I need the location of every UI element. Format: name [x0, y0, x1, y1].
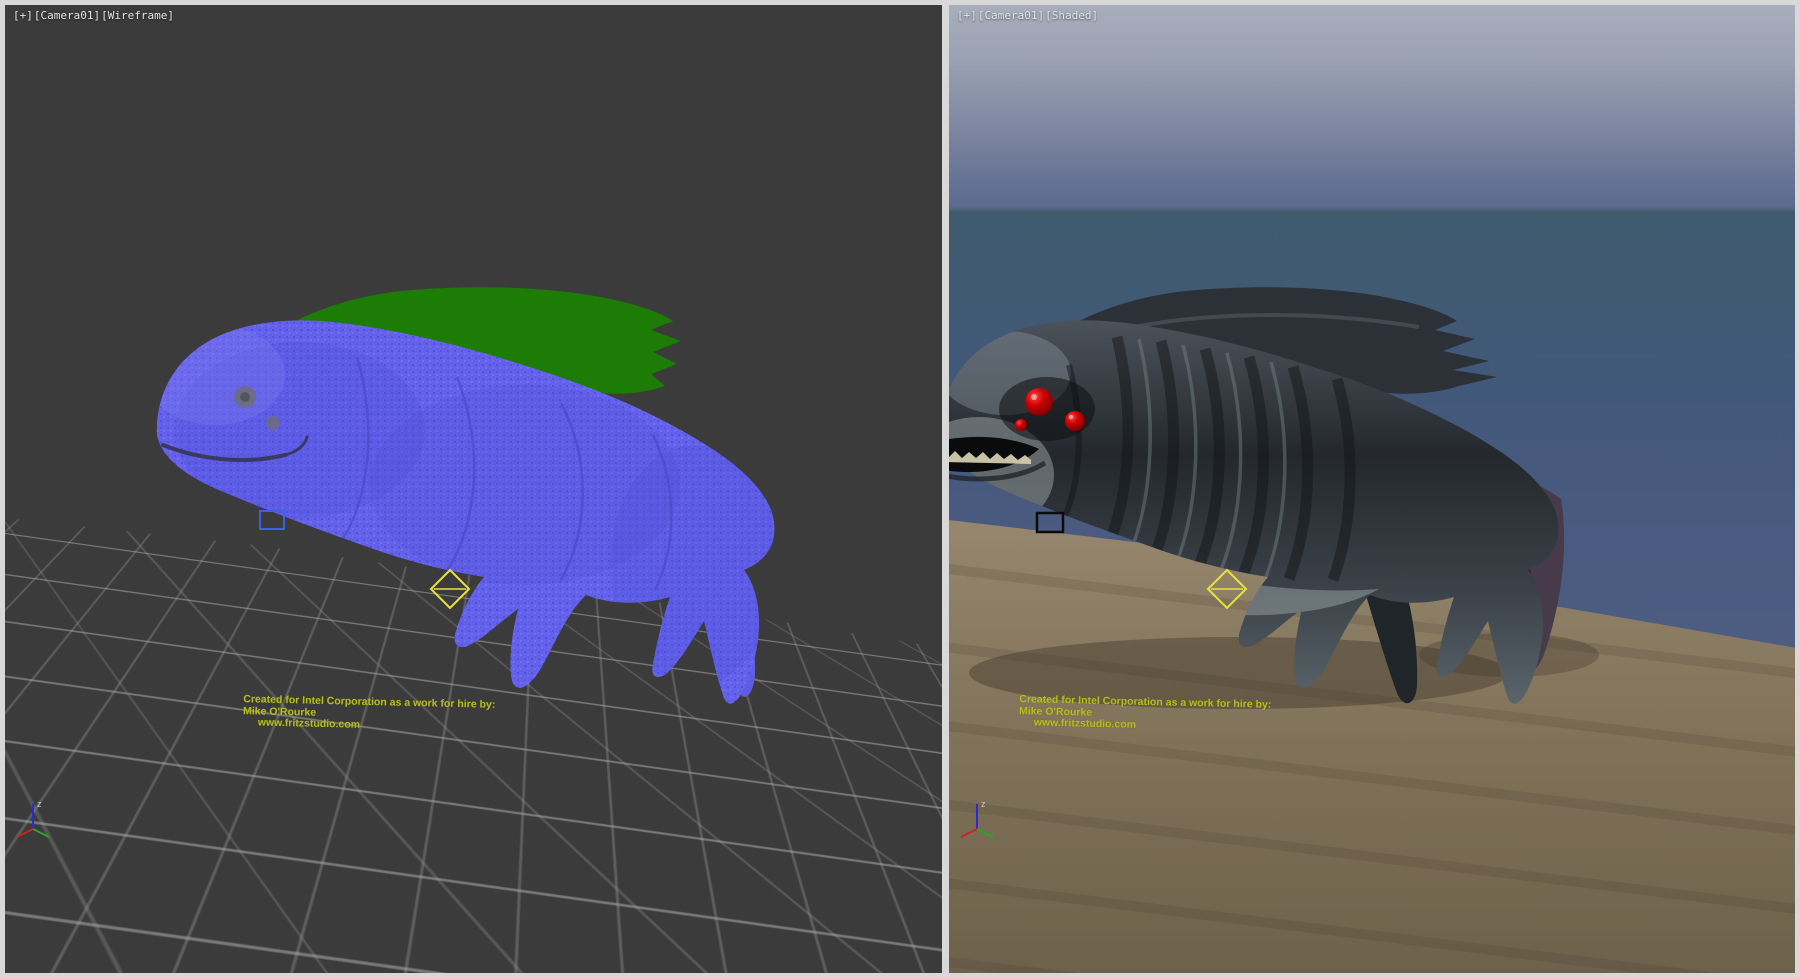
viewport-label-right: [+] [Camera01] [Shaded] [957, 9, 1098, 22]
box-helper-gizmo[interactable] [260, 511, 284, 529]
viewport-menu-general[interactable]: [+] [13, 9, 33, 22]
axis-x [17, 829, 33, 837]
axis-z-label: z [981, 799, 986, 809]
box-helper-gizmo[interactable] [1037, 513, 1063, 532]
axis-tripod: z [955, 795, 1001, 841]
axis-y [977, 829, 993, 837]
viewport-menu-pov[interactable]: [Camera01] [978, 9, 1044, 22]
viewport-menu-shading[interactable]: [Shaded] [1045, 9, 1098, 22]
axis-y [33, 829, 49, 837]
axis-x [961, 829, 977, 837]
gizmo-overlay-left [5, 5, 942, 973]
gizmo-overlay-right [949, 5, 1795, 973]
viewport-menu-general[interactable]: [+] [957, 9, 977, 22]
viewport-menu-pov[interactable]: [Camera01] [34, 9, 100, 22]
viewport-workspace: [+] [Camera01] [Wireframe] [0, 0, 1800, 978]
diamond-gizmo[interactable] [1208, 570, 1246, 608]
viewport-label-left: [+] [Camera01] [Wireframe] [13, 9, 174, 22]
viewport-menu-shading[interactable]: [Wireframe] [101, 9, 174, 22]
axis-z-label: z [37, 799, 42, 809]
axis-tripod: z [11, 795, 57, 841]
diamond-gizmo[interactable] [431, 570, 469, 608]
viewport-wireframe[interactable]: [+] [Camera01] [Wireframe] [5, 5, 942, 973]
viewport-shaded[interactable]: [+] [Camera01] [Shaded] [949, 5, 1795, 973]
